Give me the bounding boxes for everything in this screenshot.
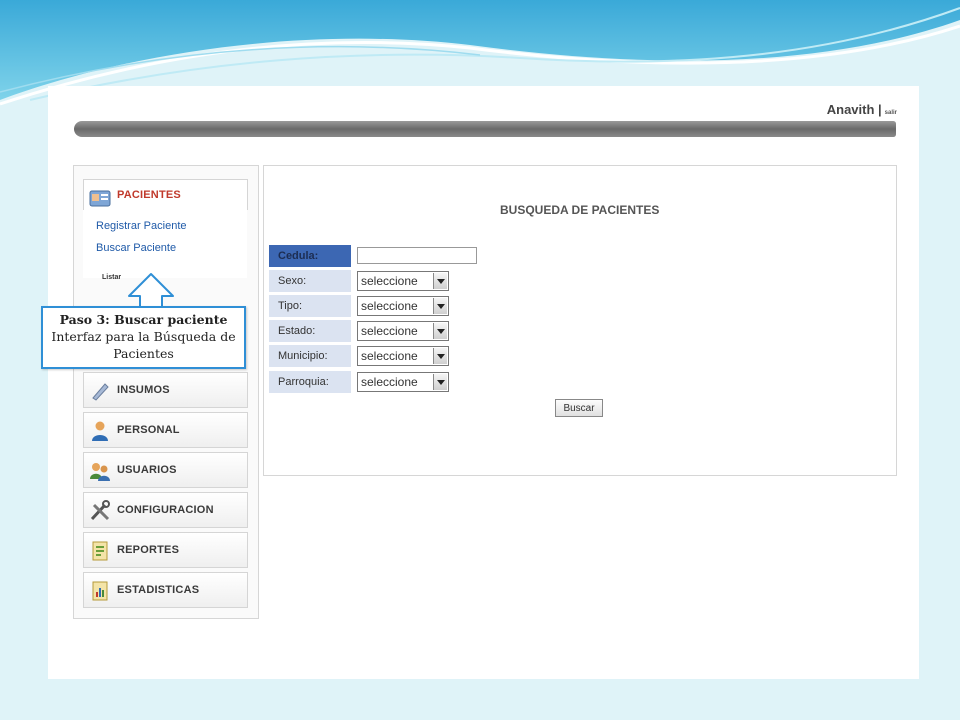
username: Anavith | bbox=[826, 102, 882, 117]
field-label: Parroquia: bbox=[269, 371, 351, 393]
sidebar-item-estadisticas[interactable]: ESTADISTICAS bbox=[83, 572, 248, 608]
select-value: seleccione bbox=[361, 299, 418, 313]
stats-icon bbox=[92, 581, 108, 601]
sidebar-item-reportes[interactable]: REPORTES bbox=[83, 532, 248, 568]
app-window: Anavith | salir PACIENTES Registrar Pacie… bbox=[48, 86, 919, 679]
estado-select[interactable]: seleccione bbox=[357, 321, 449, 341]
submenu-registrar-paciente[interactable]: Registrar Paciente bbox=[96, 220, 187, 232]
dropdown-arrow-icon[interactable] bbox=[433, 348, 447, 364]
sidebar-item-label: USUARIOS bbox=[117, 464, 177, 476]
callout-title: Paso 3: Buscar paciente bbox=[59, 312, 228, 327]
field-label: Sexo: bbox=[269, 270, 351, 292]
tools-icon bbox=[90, 500, 110, 521]
search-panel: BUSQUEDA DE PACIENTES Cedula: Sexo: sele… bbox=[263, 165, 897, 476]
search-button[interactable]: Buscar bbox=[555, 399, 603, 417]
user-info: Anavith | salir bbox=[827, 102, 897, 117]
dropdown-arrow-icon[interactable] bbox=[433, 323, 447, 339]
dropdown-arrow-icon[interactable] bbox=[433, 298, 447, 314]
dropdown-arrow-icon[interactable] bbox=[433, 374, 447, 390]
municipio-select[interactable]: seleccione bbox=[357, 346, 449, 366]
sidebar-item-label: INSUMOS bbox=[117, 384, 170, 396]
field-label: Tipo: bbox=[269, 295, 351, 317]
tipo-select[interactable]: seleccione bbox=[357, 296, 449, 316]
sexo-select[interactable]: seleccione bbox=[357, 271, 449, 291]
sidebar-item-insumos[interactable]: INSUMOS bbox=[83, 372, 248, 408]
parroquia-select[interactable]: seleccione bbox=[357, 372, 449, 392]
sidebar-item-label: CONFIGURACION bbox=[117, 504, 214, 516]
sidebar-item-pacientes[interactable]: PACIENTES bbox=[83, 179, 248, 210]
report-icon bbox=[92, 541, 108, 561]
select-value: seleccione bbox=[361, 274, 418, 288]
sidebar-item-usuarios[interactable]: USUARIOS bbox=[83, 452, 248, 488]
sidebar-item-label: ESTADISTICAS bbox=[117, 584, 200, 596]
field-label: Cedula: bbox=[269, 245, 351, 267]
submenu-pacientes: Registrar Paciente Buscar Paciente Lista… bbox=[83, 210, 247, 281]
header-bar bbox=[74, 121, 896, 137]
submenu-listar-partial[interactable]: Listar bbox=[102, 274, 121, 281]
field-label: Estado: bbox=[269, 320, 351, 342]
dropdown-arrow-icon[interactable] bbox=[433, 273, 447, 289]
select-value: seleccione bbox=[361, 349, 418, 363]
sidebar-item-label: REPORTES bbox=[117, 544, 180, 556]
sidebar: PACIENTES Registrar Paciente Buscar Paci… bbox=[73, 165, 259, 619]
sidebar-item-label: PERSONAL bbox=[117, 424, 180, 436]
sidebar-item-configuracion[interactable]: CONFIGURACION bbox=[83, 492, 248, 528]
callout-text: Interfaz para la Búsqueda de Pacientes bbox=[51, 329, 236, 361]
cedula-input[interactable] bbox=[357, 247, 477, 264]
select-value: seleccione bbox=[361, 375, 418, 389]
patients-icon bbox=[89, 190, 111, 207]
select-value: seleccione bbox=[361, 324, 418, 338]
sidebar-item-label: PACIENTES bbox=[117, 189, 181, 201]
pen-icon bbox=[92, 383, 109, 401]
callout-arrow-icon bbox=[128, 273, 174, 308]
field-label: Municipio: bbox=[269, 345, 351, 367]
submenu-buscar-paciente[interactable]: Buscar Paciente bbox=[96, 242, 176, 254]
page-title: BUSQUEDA DE PACIENTES bbox=[500, 203, 660, 217]
step-callout: Paso 3: Buscar paciente Interfaz para la… bbox=[41, 306, 246, 369]
logout-link[interactable]: salir bbox=[885, 110, 897, 116]
users-icon bbox=[90, 463, 110, 481]
person-icon bbox=[92, 421, 108, 441]
sidebar-item-personal[interactable]: PERSONAL bbox=[83, 412, 248, 448]
